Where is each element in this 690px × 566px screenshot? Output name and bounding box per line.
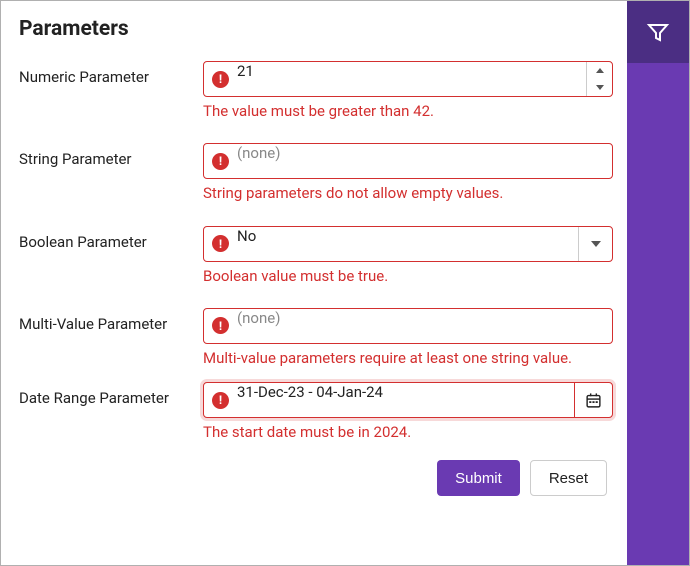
daterange-value[interactable]: 31-Dec-23 - 04-Jan-24	[237, 383, 574, 417]
step-up-button[interactable]	[587, 62, 612, 79]
sidebar	[627, 1, 689, 565]
calendar-button[interactable]	[574, 383, 612, 417]
row-multivalue: Multi-Value Parameter ! (none) Multi-val…	[19, 308, 613, 368]
multivalue-input-wrap[interactable]: ! (none)	[203, 308, 613, 344]
error-boolean: Boolean value must be true.	[203, 266, 613, 286]
error-icon: !	[212, 71, 229, 88]
row-daterange: Date Range Parameter ! 31-Dec-23 - 04-Ja…	[19, 382, 613, 442]
row-string: String Parameter ! (none) String paramet…	[19, 143, 613, 203]
numeric-value[interactable]: 21	[237, 62, 586, 96]
page-title: Parameters	[19, 17, 613, 41]
error-icon: !	[212, 392, 229, 409]
error-multivalue: Multi-value parameters require at least …	[203, 348, 613, 368]
error-string: String parameters do not allow empty val…	[203, 183, 613, 203]
step-down-button[interactable]	[587, 79, 612, 96]
label-boolean: Boolean Parameter	[19, 226, 203, 251]
error-icon: !	[212, 235, 229, 252]
error-icon: !	[212, 153, 229, 170]
label-string: String Parameter	[19, 143, 203, 168]
multivalue-value[interactable]: (none)	[237, 309, 612, 343]
filter-panel-button[interactable]	[627, 1, 689, 63]
string-value[interactable]: (none)	[237, 144, 612, 178]
filter-icon	[646, 20, 670, 44]
error-daterange: The start date must be in 2024.	[203, 422, 613, 442]
actions-bar: Submit Reset	[19, 460, 613, 496]
chevron-down-icon	[591, 241, 601, 247]
parameters-form: Parameters Numeric Parameter ! 21	[1, 1, 627, 565]
string-input-wrap[interactable]: ! (none)	[203, 143, 613, 179]
boolean-dropdown-button[interactable]	[578, 227, 612, 261]
submit-button[interactable]: Submit	[437, 460, 520, 496]
parameters-dialog: Parameters Numeric Parameter ! 21	[0, 0, 690, 566]
error-icon: !	[212, 317, 229, 334]
boolean-value: No	[237, 227, 578, 261]
boolean-select-wrap[interactable]: ! No	[203, 226, 613, 262]
numeric-input-wrap[interactable]: ! 21	[203, 61, 613, 97]
error-numeric: The value must be greater than 42.	[203, 101, 613, 121]
calendar-icon	[585, 392, 602, 409]
row-numeric: Numeric Parameter ! 21 The value must be…	[19, 61, 613, 121]
daterange-input-wrap[interactable]: ! 31-Dec-23 - 04-Jan-24	[203, 382, 613, 418]
chevron-down-icon	[596, 85, 604, 90]
chevron-up-icon	[596, 68, 604, 73]
label-numeric: Numeric Parameter	[19, 61, 203, 86]
label-daterange: Date Range Parameter	[19, 382, 203, 407]
reset-button[interactable]: Reset	[530, 460, 607, 496]
numeric-stepper	[586, 62, 612, 96]
label-multivalue: Multi-Value Parameter	[19, 308, 203, 333]
row-boolean: Boolean Parameter ! No Boolean value mus…	[19, 226, 613, 286]
